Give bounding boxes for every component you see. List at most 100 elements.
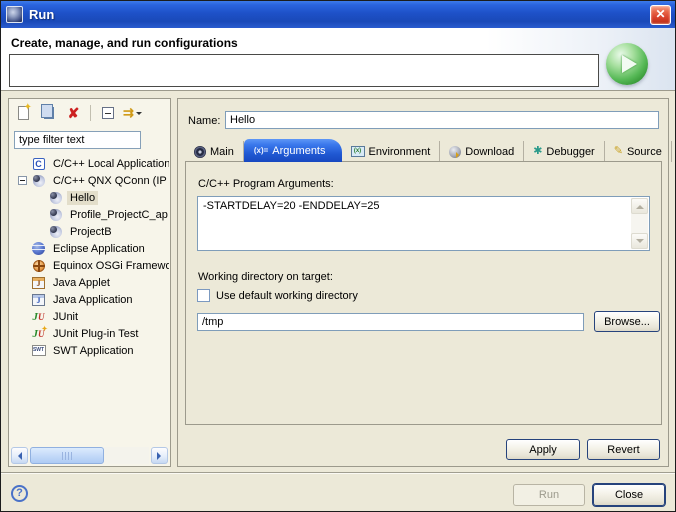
- tree-item-java-application[interactable]: JJava Application: [10, 291, 169, 308]
- tab-arguments[interactable]: (x)= Arguments: [244, 139, 342, 162]
- tree-item-java-applet[interactable]: J Java Applet: [10, 274, 169, 291]
- tree-item-c-c-local-application[interactable]: CC/C++ Local Application: [10, 155, 169, 172]
- revert-button[interactable]: Revert: [587, 439, 660, 460]
- footer-separator: [1, 472, 675, 474]
- collapse-all-icon: [102, 107, 114, 119]
- duplicate-config-icon: [44, 107, 54, 119]
- scrollbar-thumb[interactable]: [30, 447, 104, 464]
- tree-item-label: SWT Application: [50, 344, 137, 358]
- tree-item-label: Equinox OSGi Framewo: [50, 259, 169, 273]
- tab-debugger[interactable]: ✱ Debugger: [524, 141, 605, 162]
- close-button[interactable]: Close: [593, 484, 665, 506]
- tree-item-label: C/C++ QNX QConn (IP: [50, 174, 169, 188]
- tree-item-swt-application[interactable]: SWT SWT Application: [10, 342, 169, 359]
- tree-item-projectb[interactable]: ProjectB: [10, 223, 169, 240]
- filter-configs-button[interactable]: ⇉: [124, 104, 141, 121]
- filter-input[interactable]: [14, 131, 141, 149]
- name-label: Name:: [188, 115, 220, 127]
- tree-item-equinox-osgi-framewo[interactable]: Equinox OSGi Framewo: [10, 257, 169, 274]
- browse-button[interactable]: Browse...: [594, 311, 660, 332]
- program-arguments-value: -STARTDELAY=20 -ENDDELAY=25: [203, 200, 379, 212]
- run-graphic-button[interactable]: [606, 43, 648, 85]
- configurations-toolbar: ✦ ✘ ⇉: [9, 99, 170, 126]
- tree-item-label: Hello: [67, 191, 98, 205]
- debugger-icon: ✱: [533, 146, 542, 157]
- tree-horizontal-scrollbar[interactable]: [11, 447, 168, 464]
- message-area: [9, 54, 599, 87]
- equinox-icon: [31, 259, 46, 273]
- scroll-left-button[interactable]: [11, 447, 28, 464]
- tab-download[interactable]: Download: [440, 141, 524, 162]
- qnx-icon: [31, 174, 46, 188]
- program-arguments-input[interactable]: -STARTDELAY=20 -ENDDELAY=25: [197, 196, 650, 251]
- tree-item-eclipse-application[interactable]: Eclipse Application: [10, 240, 169, 257]
- browse-button-label: Browse...: [604, 316, 650, 328]
- name-input[interactable]: [225, 111, 659, 129]
- tab-main[interactable]: Main: [185, 141, 244, 162]
- star-icon: ✦: [24, 102, 32, 113]
- tab-label: Environment: [369, 146, 431, 158]
- new-config-button[interactable]: ✦: [15, 104, 32, 121]
- java-applet-icon: J: [31, 276, 46, 290]
- toolbar-separator: [90, 105, 91, 121]
- qnx-icon: [48, 225, 63, 239]
- tree-item-label: Profile_ProjectC_ap: [67, 208, 169, 222]
- source-icon: ✎: [614, 146, 623, 157]
- header-title: Create, manage, and run configurations: [11, 36, 238, 50]
- close-button-label: Close: [615, 489, 643, 501]
- collapse-all-button[interactable]: [99, 104, 116, 121]
- arguments-icon: (x)=: [254, 146, 268, 156]
- tree-item-c-c-qnx-qconn-ip[interactable]: C/C++ QNX QConn (IP: [10, 172, 169, 189]
- tab-source[interactable]: ✎ Source: [605, 141, 672, 162]
- arguments-vertical-scrollbar[interactable]: [631, 198, 648, 249]
- dialog-header: Create, manage, and run configurations: [1, 28, 675, 91]
- tree-item-label: JUnit: [50, 310, 81, 324]
- help-button[interactable]: ?: [11, 485, 28, 502]
- config-detail-panel: Name: Main (x)= Arguments (x)Environment Dow…: [177, 98, 669, 467]
- tree-item-label: ProjectB: [67, 225, 115, 239]
- scroll-right-button[interactable]: [151, 447, 168, 464]
- tab-overflow[interactable]: »2: [672, 141, 676, 162]
- tab-label: Source: [627, 146, 662, 158]
- run-button[interactable]: Run: [513, 484, 585, 506]
- tab-label: Arguments: [272, 145, 325, 157]
- filter-icon: ⇉: [123, 106, 134, 119]
- tab-label: Download: [465, 146, 514, 158]
- duplicate-config-button[interactable]: [40, 104, 57, 121]
- tab-label: Main: [210, 146, 234, 158]
- c-app-icon: C: [31, 157, 46, 171]
- swt-icon: SWT: [31, 344, 46, 358]
- tree-item-label: Eclipse Application: [50, 242, 148, 256]
- tab-environment[interactable]: (x)Environment: [342, 141, 441, 162]
- tree-item-profile-projectc-ap[interactable]: Profile_ProjectC_ap: [10, 206, 169, 223]
- eclipse-app-icon: [6, 6, 23, 23]
- window-title: Run: [29, 7, 54, 22]
- qnx-icon: [48, 191, 63, 205]
- scrollbar-track[interactable]: [30, 447, 149, 464]
- tree-item-junit[interactable]: JUJUnit: [10, 308, 169, 325]
- run-configurations-dialog: Run ✕ Create, manage, and run configurat…: [0, 0, 676, 512]
- up-arrow-icon: [636, 201, 644, 209]
- working-directory-label: Working directory on target:: [198, 271, 333, 283]
- qnx-icon: [48, 208, 63, 222]
- delete-icon: ✘: [68, 106, 80, 120]
- junit-plugin-icon: JU: [31, 327, 46, 341]
- delete-config-button[interactable]: ✘: [65, 104, 82, 121]
- java-app-icon: J: [31, 293, 46, 307]
- tree-item-junit-plug-in-test[interactable]: JU JUnit Plug-in Test: [10, 325, 169, 342]
- left-arrow-icon: [14, 452, 22, 460]
- eclipse-icon: [31, 242, 46, 256]
- tree-item-label: Java Applet: [50, 276, 113, 290]
- tree-item-hello[interactable]: Hello: [10, 189, 169, 206]
- use-default-checkbox[interactable]: [197, 289, 210, 302]
- close-window-button[interactable]: ✕: [650, 5, 671, 25]
- tab-label: Debugger: [546, 146, 594, 158]
- dropdown-arrow-icon: [136, 112, 142, 118]
- tree-item-label: JUnit Plug-in Test: [50, 327, 141, 341]
- apply-button[interactable]: Apply: [506, 439, 580, 460]
- play-icon: [622, 55, 637, 73]
- working-directory-input[interactable]: [197, 313, 584, 331]
- scroll-down-button[interactable]: [631, 233, 648, 249]
- scroll-up-button[interactable]: [631, 198, 648, 214]
- collapse-minus-icon[interactable]: [18, 176, 27, 185]
